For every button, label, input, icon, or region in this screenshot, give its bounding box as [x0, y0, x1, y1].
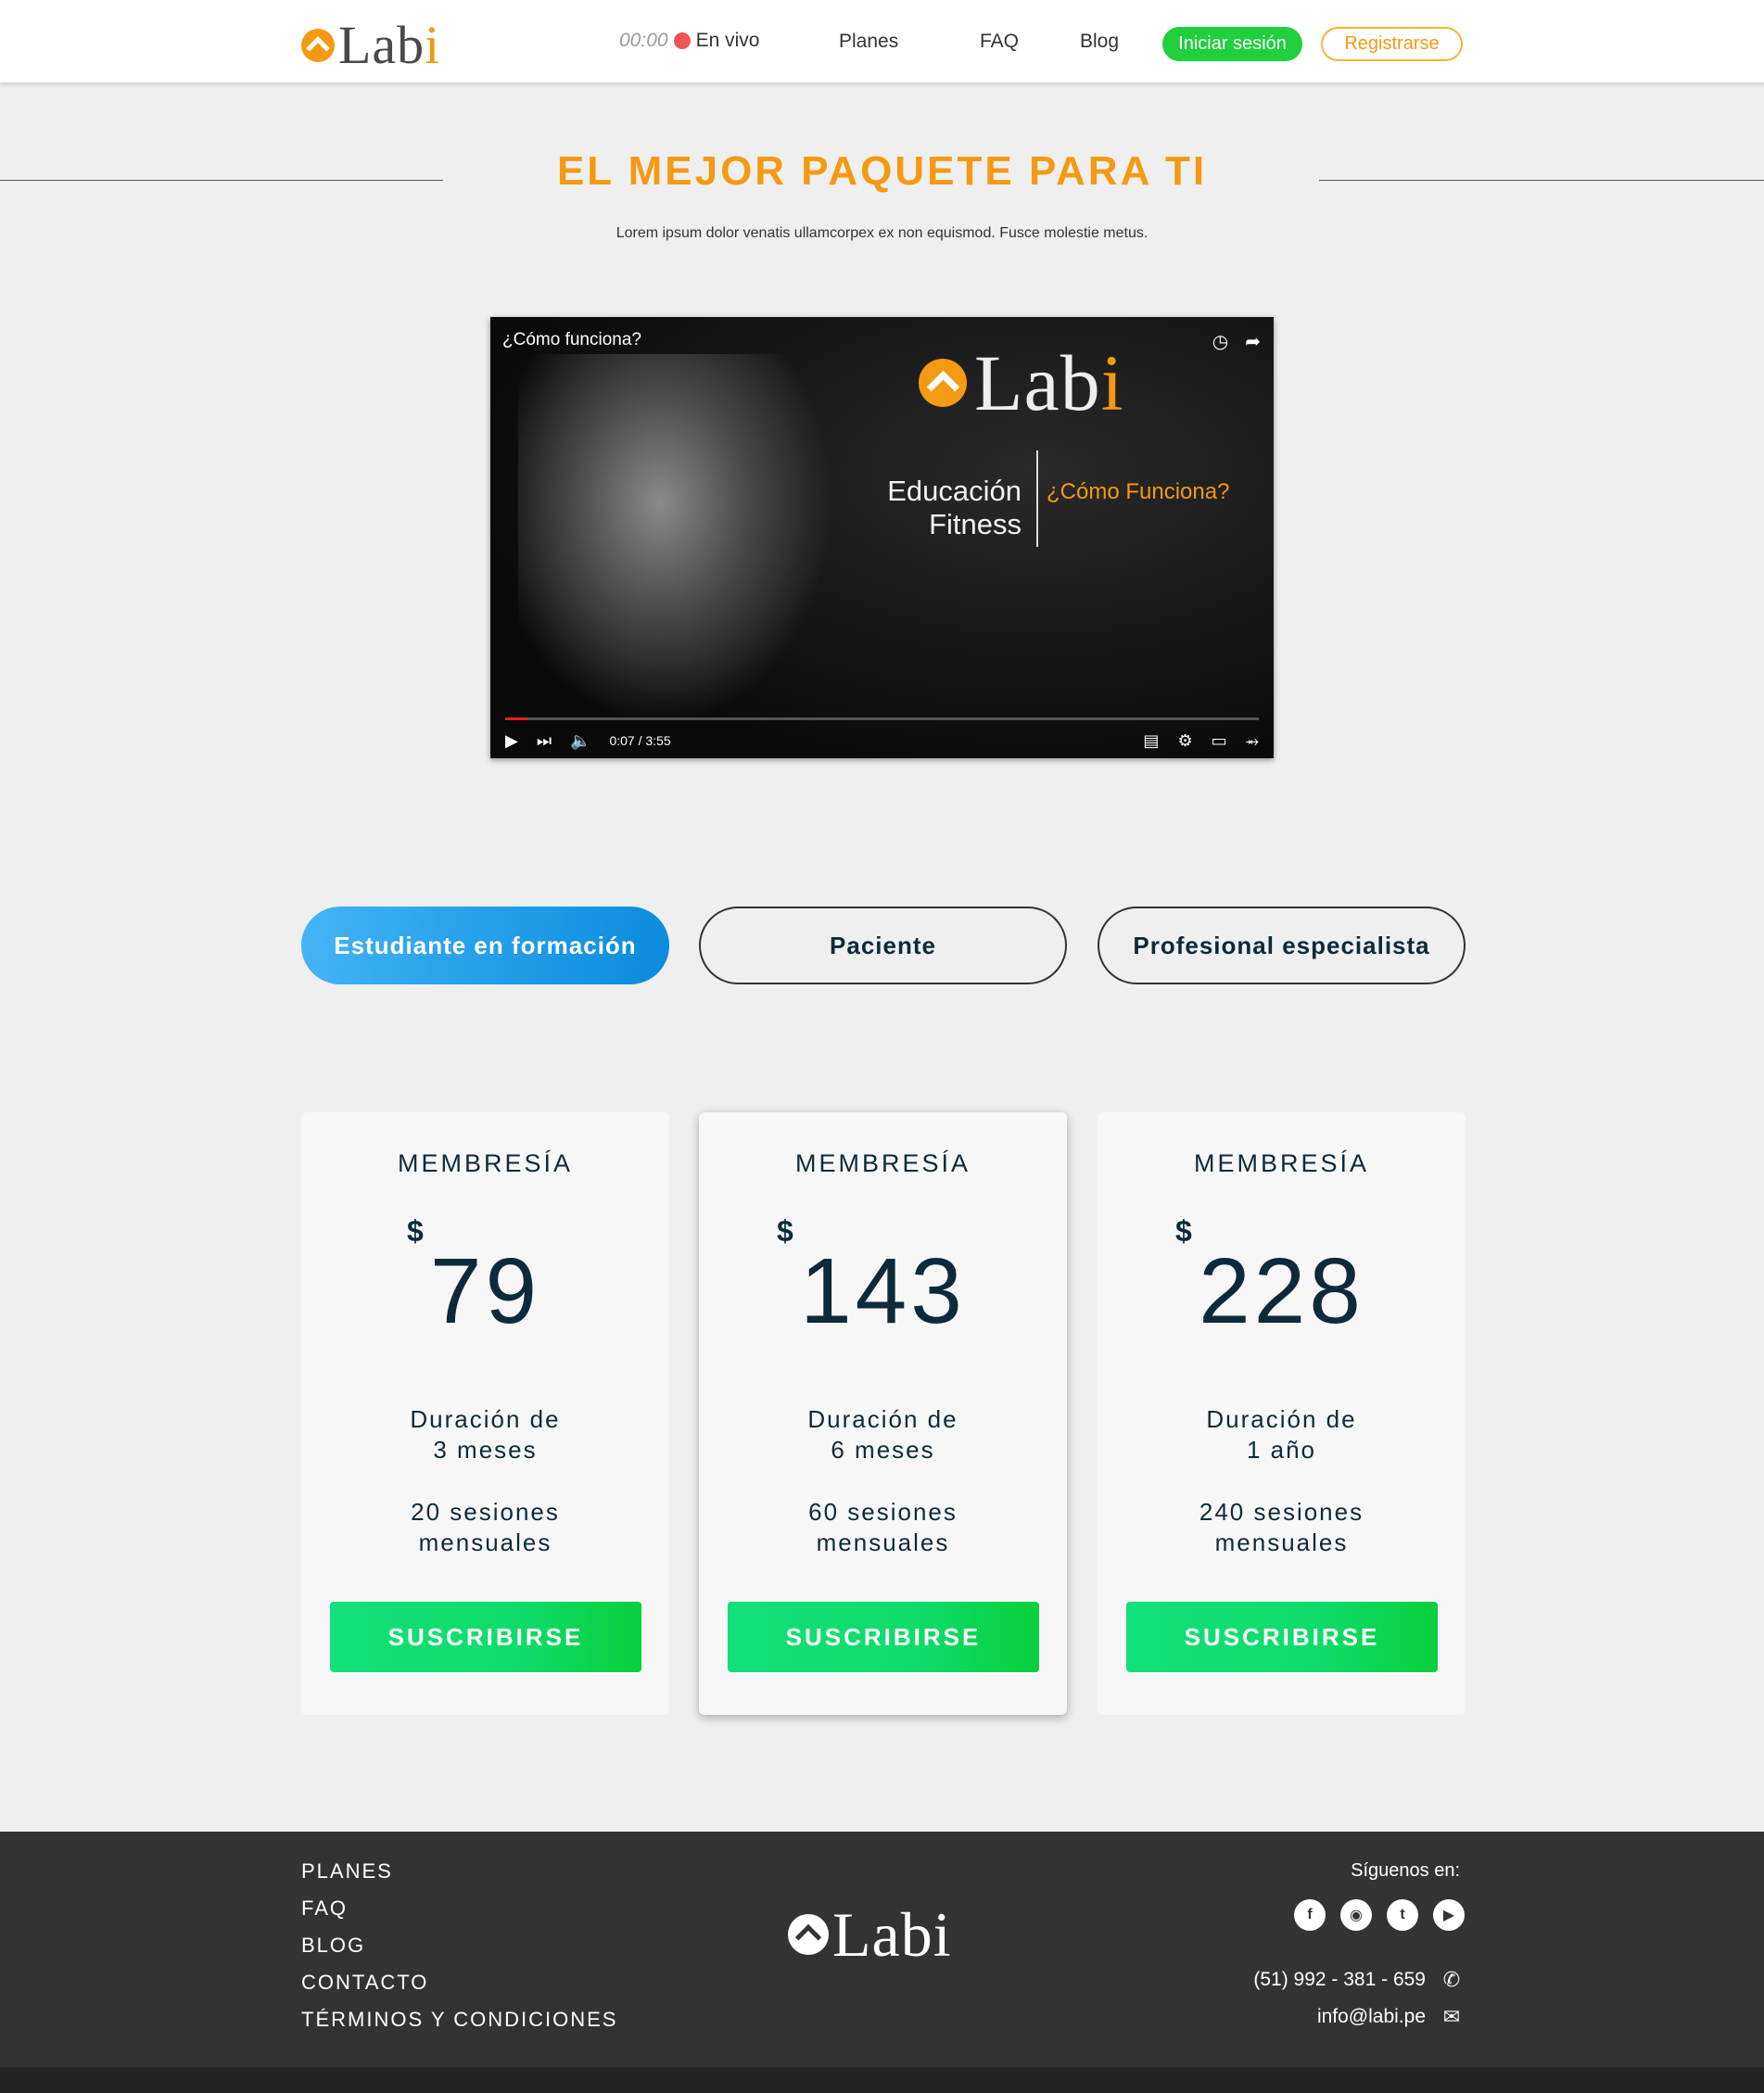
footer-links: PLANES FAQ BLOG CONTACTO TÉRMINOS Y COND…: [301, 1861, 617, 2047]
site-header: Labi 00:00 En vivo Planes FAQ Blog Inici…: [0, 0, 1764, 83]
video-logo-text: Labi: [974, 338, 1124, 427]
video-logo: Labi: [919, 343, 1124, 423]
plan-price: 228: [1199, 1239, 1364, 1343]
phone-number: (51) 992 - 381 - 659: [1253, 1969, 1426, 1990]
site-footer: PLANES FAQ BLOG CONTACTO TÉRMINOS Y COND…: [0, 1832, 1764, 2067]
twitter-icon[interactable]: t: [1387, 1899, 1418, 1931]
login-button[interactable]: Iniciar sesión: [1162, 27, 1302, 61]
tab-estudiante[interactable]: Estudiante en formación: [301, 907, 669, 984]
plan-title: MEMBRESÍA: [397, 1149, 574, 1177]
cast-icon[interactable]: ▭: [1212, 731, 1227, 751]
instagram-icon[interactable]: ◉: [1340, 1899, 1372, 1931]
play-icon[interactable]: ▶: [505, 731, 518, 751]
plan-price: 143: [800, 1239, 966, 1343]
social-links: f ◉ t ▶: [1294, 1899, 1465, 1931]
register-button[interactable]: Registrarse: [1321, 27, 1463, 61]
plan-duration-label: Duración de: [410, 1405, 561, 1433]
plan-sessions-label: mensuales: [418, 1529, 552, 1556]
plan-card-featured: MEMBRESÍA $ 143 Duración de 6 meses 60 s…: [699, 1112, 1067, 1715]
video-how-label: ¿Cómo Funciona?: [1047, 479, 1230, 504]
live-label: En vivo: [695, 30, 760, 51]
labi-logo-icon: [788, 1914, 829, 1955]
plan-sessions-label: mensuales: [816, 1529, 950, 1556]
tab-profesional[interactable]: Profesional especialista: [1098, 907, 1466, 984]
subtitles-icon[interactable]: ▤: [1143, 731, 1159, 751]
subscribe-button[interactable]: SUSCRIBIRSE: [728, 1602, 1039, 1672]
youtube-icon[interactable]: ▶: [1433, 1899, 1465, 1931]
nav-planes[interactable]: Planes: [839, 31, 898, 53]
footer-logo-text: Labi: [832, 1899, 952, 1970]
video-progress-bar[interactable]: [505, 717, 1259, 720]
plan-sessions-count: 20 sesiones: [411, 1498, 560, 1526]
fullscreen-exit-icon[interactable]: ⥇: [1246, 731, 1259, 751]
footer-email[interactable]: info@labi.pe ✉: [1317, 2005, 1465, 2029]
plan-sessions-count: 60 sesiones: [808, 1498, 958, 1526]
plan-duration-label: Duración de: [807, 1405, 958, 1433]
video-controls: ▶ ⏭ 🔈 0:07 / 3:55 ▤ ⚙ ▭ ⥇: [505, 729, 1259, 753]
video-thumbnail-athlete: [518, 354, 833, 725]
subscribe-button[interactable]: SUSCRIBIRSE: [1126, 1602, 1438, 1672]
live-dot-icon: [673, 32, 691, 49]
video-top-controls: ◷ ➦: [1212, 330, 1261, 353]
plan-sessions-count: 240 sesiones: [1199, 1498, 1364, 1526]
nav-blog[interactable]: Blog: [1080, 31, 1119, 53]
mail-icon: ✉: [1442, 2005, 1461, 2028]
tab-paciente[interactable]: Paciente: [699, 907, 1067, 984]
nav-faq[interactable]: FAQ: [980, 31, 1019, 53]
settings-icon[interactable]: ⚙: [1177, 731, 1192, 751]
video-title[interactable]: ¿Cómo funciona?: [502, 330, 641, 350]
plan-duration-value: 3 meses: [433, 1436, 538, 1464]
labi-logo-icon: [301, 29, 335, 62]
follow-label: Síguenos en:: [1351, 1860, 1460, 1881]
video-progress-fill: [505, 717, 528, 720]
page-subtitle: Lorem ipsum dolor venatis ullamcorpex ex…: [615, 225, 1149, 241]
plan-card: MEMBRESÍA $ 79 Duración de 3 meses 20 se…: [301, 1112, 669, 1715]
plan-sessions-label: mensuales: [1214, 1529, 1349, 1556]
email-address: info@labi.pe: [1316, 2006, 1426, 2027]
footer-link-faq[interactable]: FAQ: [301, 1898, 617, 1935]
plan-card: MEMBRESÍA $ 228 Duración de 1 año 240 se…: [1098, 1112, 1466, 1715]
plan-title: MEMBRESÍA: [1193, 1149, 1370, 1177]
next-icon[interactable]: ⏭: [537, 731, 552, 751]
volume-icon[interactable]: 🔈: [570, 731, 590, 751]
share-icon[interactable]: ➦: [1245, 330, 1261, 353]
plan-duration-value: 1 año: [1246, 1436, 1317, 1464]
footer-link-blog[interactable]: BLOG: [301, 1935, 617, 1972]
footer-link-planes[interactable]: PLANES: [301, 1861, 617, 1898]
logo-text: Labi: [338, 15, 441, 75]
footer-bottom-bar: [0, 2067, 1764, 2093]
video-tagline: Educación Fitness: [887, 475, 1022, 540]
plan-price: 79: [429, 1239, 541, 1343]
live-timer: 00:00: [619, 30, 668, 51]
watch-later-icon[interactable]: ◷: [1212, 330, 1228, 353]
facebook-icon[interactable]: f: [1294, 1899, 1326, 1931]
live-indicator[interactable]: 00:00 En vivo: [619, 30, 759, 52]
video-divider: [1036, 450, 1038, 547]
subscribe-button[interactable]: SUSCRIBIRSE: [330, 1602, 641, 1672]
site-logo[interactable]: Labi: [301, 19, 440, 72]
page-title: EL MEJOR PAQUETE PARA TI: [556, 148, 1208, 194]
phone-icon: ✆: [1442, 1968, 1461, 1991]
plan-duration-label: Duración de: [1206, 1405, 1357, 1433]
video-player[interactable]: ¿Cómo funciona? ◷ ➦ Labi Educación Fitne…: [490, 317, 1274, 758]
footer-link-terminos[interactable]: TÉRMINOS Y CONDICIONES: [301, 2010, 617, 2047]
video-time: 0:07 / 3:55: [609, 733, 671, 748]
plan-duration-value: 6 meses: [831, 1436, 935, 1464]
plan-title: MEMBRESÍA: [794, 1149, 971, 1177]
footer-logo[interactable]: Labi: [788, 1903, 952, 1966]
footer-link-contacto[interactable]: CONTACTO: [301, 1972, 617, 2010]
footer-phone[interactable]: (51) 992 - 381 - 659 ✆: [1253, 1968, 1465, 1992]
labi-logo-icon: [919, 359, 967, 407]
